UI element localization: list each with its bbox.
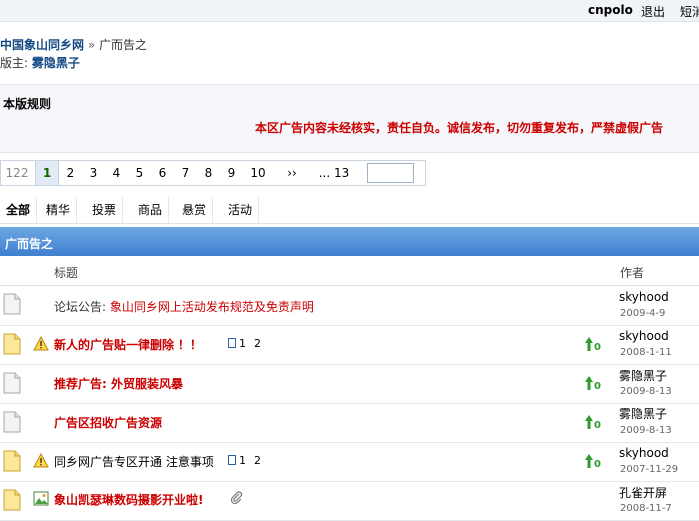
thread-title: 象山凯瑟琳数码摄影开业啦! [54,491,203,508]
pager-page[interactable]: 10 [243,161,273,185]
column-header: 标题 作者 [0,256,699,286]
top-bar: cnpolo 退出 短消 [0,0,699,22]
logout-link[interactable]: 退出 [641,3,665,20]
pager-page[interactable]: 8 [197,161,220,185]
moderator-line: 版主: 雾隐黑子 [0,54,80,71]
thread-title: 论坛公告: 象山同乡网上活动发布规范及免责声明 [54,298,314,315]
tab-poll[interactable]: 投票 [86,197,124,223]
thread-title: 推荐广告: 外贸服装风暴 [54,375,183,392]
thread-pages: 12 [228,337,269,350]
rules-notice: 本区广告内容未经核实，责任自负。诚信发布，切勿重复发布，严禁虚假广告 [255,121,664,135]
thread-up-arrow-icon: 0 [585,376,601,391]
thread-author[interactable]: skyhood [619,329,669,343]
multipage-icon [228,338,236,348]
page-jump-input[interactable] [367,163,414,183]
messages-link[interactable]: 短消 [680,3,699,20]
warning-icon [33,336,49,351]
thread-page-link[interactable]: 1 [239,337,246,350]
breadcrumb: 中国象山同乡网 » 广而告之 [0,36,147,53]
forum-rules-box: 本版规则 本区广告内容未经核实，责任自负。诚信发布，切勿重复发布，严禁虚假广告 [0,84,699,153]
thread-author[interactable]: 孔雀开屏 [619,484,667,501]
pager-next-button[interactable]: ›› [277,161,307,185]
attachment-clip-icon [230,491,243,505]
thread-row: 新人的广告贴一律删除 ！！ 12 0 skyhood 2008-1-11 [0,326,699,365]
thread-date: 2009-4-9 [620,308,666,319]
thread-title-link[interactable]: 广告区招收广告资源 [54,416,162,430]
tab-all[interactable]: 全部 [0,197,38,223]
svg-text:0: 0 [594,342,601,352]
pager-page[interactable]: 6 [151,161,174,185]
thread-title-link[interactable]: 推荐广告: 外贸服装风暴 [54,377,183,391]
thread-read-icon [3,372,21,394]
thread-read-icon [3,411,21,433]
tab-goods[interactable]: 商品 [132,197,170,223]
rules-title: 本版规则 [3,97,52,111]
thread-page-link[interactable]: 2 [254,337,261,350]
warning-icon [33,453,49,468]
thread-row: 广告区招收广告资源 0 雾隐黑子 2009-8-13 [0,404,699,443]
thread-date: 2009-8-13 [620,386,672,397]
multipage-icon [228,455,236,465]
thread-title-link[interactable]: 新人的广告贴一律删除 [54,338,174,352]
thread-date: 2008-1-11 [620,347,672,358]
thread-title: 同乡网广告专区开通 注意事项 [54,453,214,470]
breadcrumb-site-link[interactable]: 中国象山同乡网 [0,38,84,52]
forum-title-bar: 广而告之 [0,227,699,256]
thread-page-link[interactable]: 1 [239,454,246,467]
column-title: 标题 [54,266,79,280]
pager-page[interactable]: 4 [105,161,128,185]
thread-author[interactable]: 雾隐黑子 [619,405,667,422]
thread-up-arrow-icon: 0 [585,454,601,469]
thread-row: 推荐广告: 外贸服装风暴 0 雾隐黑子 2009-8-13 [0,365,699,404]
thread-row: 同乡网广告专区开通 注意事项 12 0 skyhood 2007-11-29 [0,443,699,482]
pager-page[interactable]: 2 [59,161,82,185]
breadcrumb-current: 广而告之 [99,38,148,52]
pager-total: 122 [5,166,29,180]
thread-row: 论坛公告: 象山同乡网上活动发布规范及免责声明 skyhood 2009-4-9 [0,287,699,326]
svg-text:0: 0 [594,420,601,430]
thread-up-arrow-icon: 0 [585,337,601,352]
thread-date: 2007-11-29 [620,464,679,475]
thread-title: 广告区招收广告资源 [54,414,162,431]
pager-page-current: 1 [35,161,59,185]
tab-digest[interactable]: 精华 [40,197,78,223]
forum-title: 广而告之 [5,237,54,251]
pager-page[interactable]: 9 [220,161,243,185]
thread-author[interactable]: skyhood [619,446,669,460]
pager-page[interactable]: 7 [174,161,197,185]
tab-reward[interactable]: 悬赏 [176,197,214,223]
thread-hot-folder-icon [3,489,21,511]
announcement-prefix: 论坛公告: [54,300,107,314]
thread-filter-tabs: 全部 精华 投票 商品 悬赏 活动 [0,197,699,224]
thread-author[interactable]: 雾隐黑子 [619,367,667,384]
tab-activity[interactable]: 活动 [222,197,260,223]
thread-row: 象山凯瑟琳数码摄影开业啦! 孔雀开屏 2008-11-7 [0,482,699,521]
thread-author[interactable]: skyhood [619,290,669,304]
column-author: 作者 [620,266,645,280]
pager-page[interactable]: 5 [128,161,151,185]
thread-page-link[interactable]: 2 [254,454,261,467]
moderator-label: 版主: [0,56,29,70]
thread-title-link[interactable]: 象山同乡网上活动发布规范及免责声明 [110,300,314,314]
pager-last-page[interactable]: ... 13 [313,161,355,185]
thread-read-icon [3,293,21,315]
thread-title: 新人的广告贴一律删除 ！！ [54,336,202,353]
breadcrumb-separator: » [87,38,96,52]
thread-hot-folder-icon [3,450,21,472]
thread-pages: 12 [228,454,269,467]
image-attachment-icon [33,491,49,506]
thread-up-arrow-icon: 0 [585,415,601,430]
thread-title-suffix: ！！ [177,338,202,352]
thread-hot-folder-icon [3,333,21,355]
pagination: 122 1 2 3 4 5 6 7 8 9 10 ›› ... 13 [0,160,426,186]
thread-date: 2008-11-7 [620,503,672,514]
username-link[interactable]: cnpolo [588,3,633,17]
moderator-name-link[interactable]: 雾隐黑子 [32,56,80,70]
thread-date: 2009-8-13 [620,425,672,436]
svg-text:0: 0 [594,459,601,469]
pager-page[interactable]: 3 [82,161,105,185]
svg-text:0: 0 [594,381,601,391]
thread-title-link[interactable]: 象山凯瑟琳数码摄影开业啦! [54,493,203,507]
thread-title-link[interactable]: 同乡网广告专区开通 注意事项 [54,455,214,469]
